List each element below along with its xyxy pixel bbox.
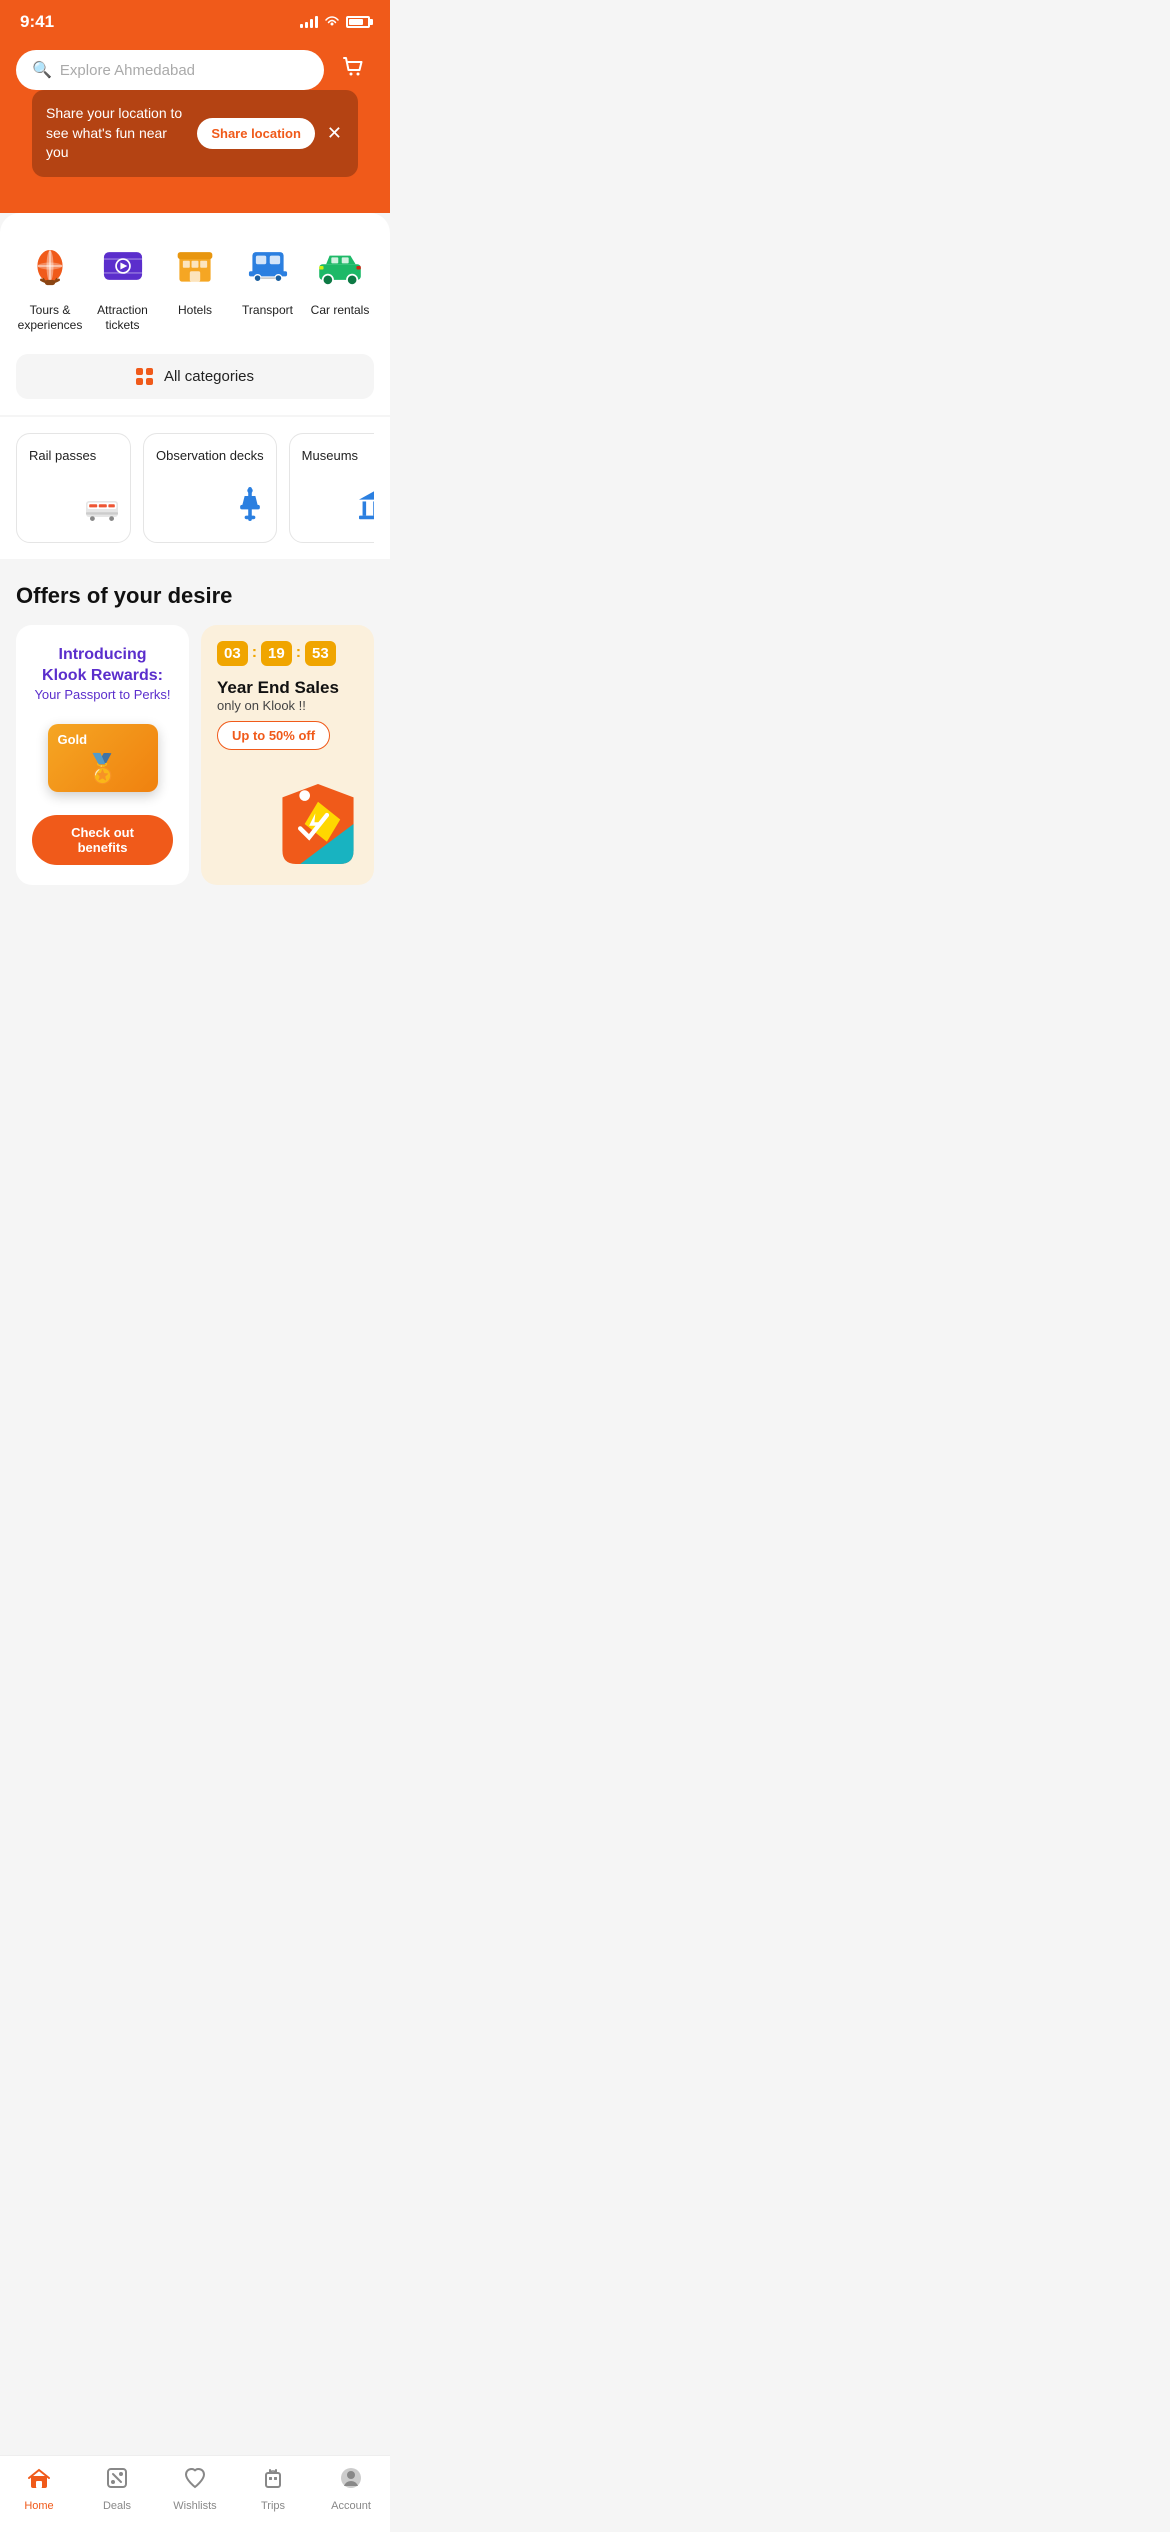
all-categories-button[interactable]: All categories — [16, 354, 374, 399]
subcategories-row: Rail passes Observation decks — [16, 433, 374, 543]
share-location-button[interactable]: Share location — [197, 118, 315, 149]
hotels-label: Hotels — [178, 303, 212, 319]
museums-label: Museums — [302, 448, 374, 465]
timer-minutes: 19 — [261, 641, 292, 666]
attraction-icon — [94, 237, 152, 295]
wifi-icon — [324, 14, 340, 30]
cart-button[interactable] — [334, 50, 374, 90]
nav-deals[interactable]: Deals — [78, 2466, 156, 2512]
home-icon — [27, 2466, 51, 2496]
wishlists-icon — [183, 2466, 207, 2496]
grid-icon — [136, 368, 154, 385]
observation-icon — [236, 487, 264, 528]
cart-icon — [341, 54, 367, 86]
nav-wishlists[interactable]: Wishlists — [156, 2466, 234, 2512]
subcategories-section: Rail passes Observation decks — [0, 417, 390, 559]
sale-discount-badge: Up to 50% off — [217, 721, 330, 750]
subcategory-rail[interactable]: Rail passes — [16, 433, 131, 543]
transport-icon — [239, 237, 297, 295]
subcategory-observation[interactable]: Observation decks — [143, 433, 277, 543]
offers-title: Offers of your desire — [16, 583, 374, 609]
category-transport[interactable]: Transport — [234, 237, 302, 334]
attraction-label: Attractiontickets — [97, 303, 148, 334]
tours-icon — [21, 237, 79, 295]
deals-label: Deals — [103, 2500, 131, 2512]
car-icon — [311, 237, 369, 295]
klook-rewards-card[interactable]: IntroducingKlook Rewards: Your Passport … — [16, 625, 189, 885]
account-label: Account — [331, 2500, 371, 2512]
home-label: Home — [24, 2500, 53, 2512]
account-icon — [339, 2466, 363, 2496]
checkout-benefits-button[interactable]: Check out benefits — [32, 815, 173, 865]
klook-rewards-subtitle: Your Passport to Perks! — [34, 687, 170, 702]
rail-label: Rail passes — [29, 448, 118, 465]
all-categories-label: All categories — [164, 368, 254, 385]
category-hotels[interactable]: Hotels — [161, 237, 229, 334]
hotels-icon — [166, 237, 224, 295]
close-location-banner-button[interactable]: ✕ — [325, 121, 344, 146]
rail-icon — [86, 497, 118, 528]
sale-tag-icon — [278, 779, 358, 869]
year-end-sale-content: 03 : 19 : 53 Year End Sales only on Kloo… — [201, 625, 374, 885]
offers-row: IntroducingKlook Rewards: Your Passport … — [16, 625, 374, 885]
museums-icon — [359, 489, 374, 528]
offers-section: Offers of your desire IntroducingKlook R… — [0, 559, 390, 985]
timer-colon-2: : — [296, 644, 301, 662]
categories-card: Tours &experiences Attractiontickets — [0, 213, 390, 415]
nav-trips[interactable]: Trips — [234, 2466, 312, 2512]
timer-colon-1: : — [252, 644, 257, 662]
klook-gold-card: Gold 🏅 — [48, 724, 158, 792]
timer-hours: 03 — [217, 641, 248, 666]
sale-subtitle: only on Klook !! — [217, 698, 358, 713]
search-bar[interactable]: 🔍 Explore Ahmedabad — [16, 50, 324, 90]
subcategory-museums[interactable]: Museums — [289, 433, 374, 543]
wishlists-label: Wishlists — [173, 2500, 216, 2512]
timer-seconds: 53 — [305, 641, 336, 666]
category-attraction[interactable]: Attractiontickets — [89, 237, 157, 334]
sale-title: Year End Sales — [217, 678, 358, 698]
search-placeholder: Explore Ahmedabad — [60, 62, 195, 79]
year-end-sale-card[interactable]: 03 : 19 : 53 Year End Sales only on Kloo… — [201, 625, 374, 885]
search-row: 🔍 Explore Ahmedabad — [16, 50, 374, 90]
bottom-nav: Home Deals Wishlists — [0, 2455, 390, 2532]
nav-home[interactable]: Home — [0, 2466, 78, 2512]
search-icon: 🔍 — [32, 60, 52, 80]
category-car[interactable]: Car rentals — [306, 237, 374, 334]
tours-label: Tours &experiences — [18, 303, 83, 334]
deals-icon — [105, 2466, 129, 2496]
location-text: Share your location to see what's fun ne… — [46, 104, 187, 163]
status-icons — [300, 14, 370, 30]
transport-label: Transport — [242, 303, 293, 319]
header: 🔍 Explore Ahmedabad Share your location … — [0, 40, 390, 213]
status-time: 9:41 — [20, 12, 54, 32]
nav-account[interactable]: Account — [312, 2466, 390, 2512]
category-tours[interactable]: Tours &experiences — [16, 237, 84, 334]
status-bar: 9:41 — [0, 0, 390, 40]
car-label: Car rentals — [311, 303, 370, 319]
signal-icon — [300, 16, 318, 28]
klook-rewards-title: IntroducingKlook Rewards: — [34, 645, 170, 687]
battery-icon — [346, 16, 370, 28]
location-banner: Share your location to see what's fun ne… — [32, 90, 358, 177]
countdown-timer: 03 : 19 : 53 — [217, 641, 358, 666]
observation-label: Observation decks — [156, 448, 264, 465]
trips-icon — [261, 2466, 285, 2496]
gold-label: Gold — [58, 732, 88, 747]
klook-rewards-content: IntroducingKlook Rewards: Your Passport … — [16, 625, 189, 885]
categories-grid: Tours &experiences Attractiontickets — [16, 237, 374, 334]
trips-label: Trips — [261, 2500, 285, 2512]
